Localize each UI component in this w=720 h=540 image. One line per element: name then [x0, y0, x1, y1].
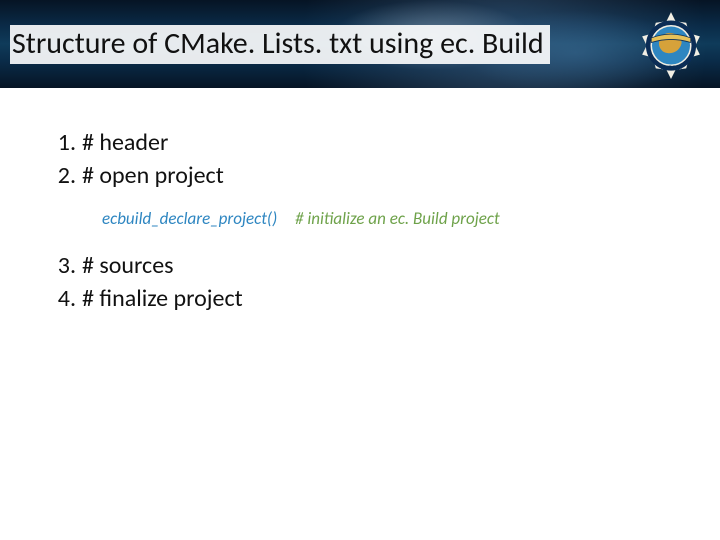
list-item: # sources: [46, 251, 674, 280]
jcsda-logo: JCSDA: [630, 6, 712, 82]
title-band: Structure of CMake. Lists. txt using ec.…: [0, 0, 720, 88]
logo-acronym: JCSDA: [659, 65, 683, 72]
slide-title: Structure of CMake. Lists. txt using ec.…: [10, 25, 550, 64]
list-item-text: # sources: [82, 251, 174, 280]
list-item: # finalize project: [46, 284, 674, 313]
slide: Structure of CMake. Lists. txt using ec.…: [0, 0, 720, 540]
list-item-text: # open project: [82, 161, 224, 190]
code-line: ecbuild_declare_project() # initialize a…: [102, 208, 674, 229]
list-item: # header: [46, 128, 674, 157]
list-item: # open project: [46, 161, 674, 190]
bullet-list-bottom: # sources # finalize project: [46, 251, 674, 313]
list-item-text: # finalize project: [82, 284, 243, 313]
bullet-list-top: # header # open project: [46, 128, 674, 190]
list-item-text: # header: [82, 128, 168, 157]
code-comment: # initialize an ec. Build project: [295, 208, 500, 229]
code-function: ecbuild_declare_project(): [102, 208, 277, 229]
slide-content: # header # open project ecbuild_declare_…: [0, 88, 720, 353]
